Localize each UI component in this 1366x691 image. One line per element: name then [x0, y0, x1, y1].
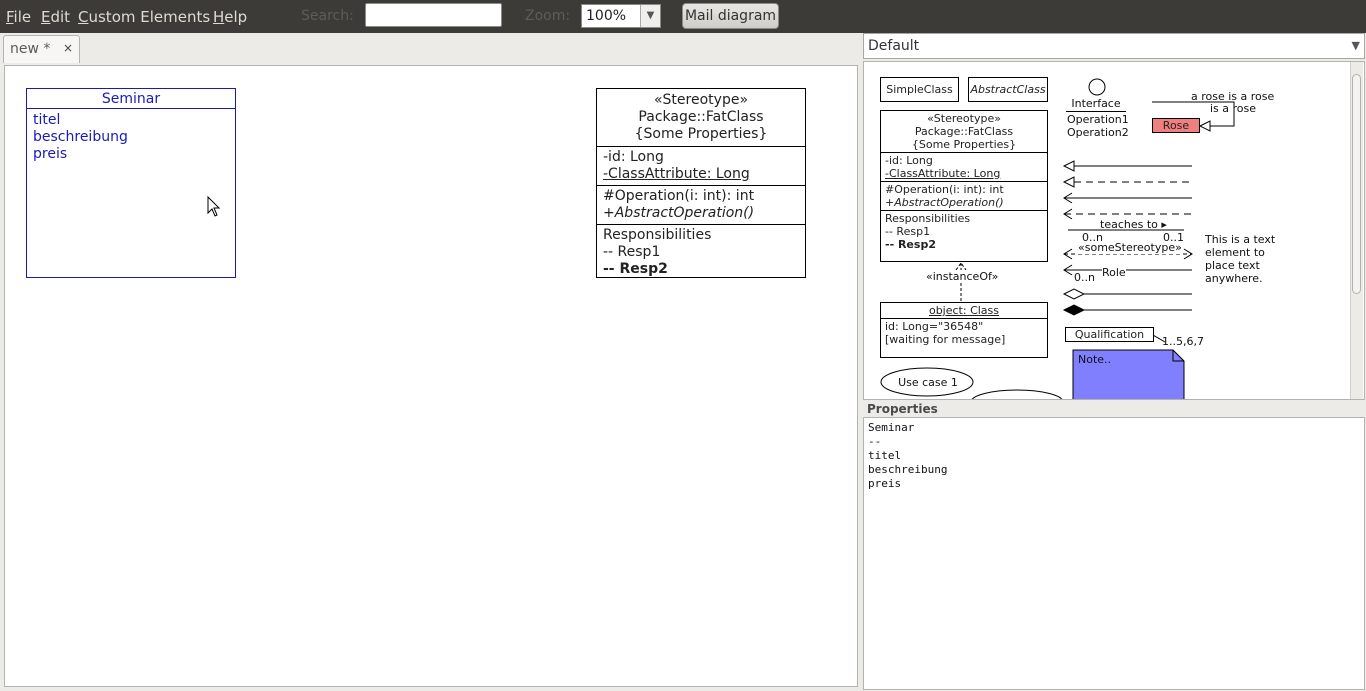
seminar-class[interactable]: Seminar titel beschreibung preis: [26, 88, 236, 278]
interface-divider: [1066, 111, 1126, 112]
palette-instance-of-label: «instanceOf»: [926, 270, 999, 283]
palette-operation2: Operation2: [1067, 126, 1129, 139]
menu-bar: File Edit Custom Elements Help Search: Z…: [0, 0, 1366, 33]
element-palette[interactable]: SimpleClass AbstractClass Interface Oper…: [863, 61, 1365, 400]
responsibility: -- Resp2: [885, 238, 936, 251]
menu-file[interactable]: File: [6, 8, 31, 26]
responsibility: -- Resp1: [603, 244, 661, 260]
stereotype: «Stereotype»: [927, 112, 1001, 125]
menu-help[interactable]: Help: [213, 8, 247, 26]
mouse-pointer-icon: [207, 196, 221, 217]
scrollbar-thumb[interactable]: [1352, 74, 1361, 294]
class-attribute: -ClassAttribute: Long: [603, 166, 750, 182]
object-attribute: id: Long="36548": [885, 320, 984, 333]
chevron-down-icon[interactable]: ▼: [1352, 39, 1360, 52]
palette-simple-class[interactable]: SimpleClass: [880, 77, 959, 102]
palette-select[interactable]: Default ▼: [863, 33, 1365, 59]
palette-interface[interactable]: Interface: [1070, 97, 1122, 110]
class-attribute: titel: [33, 112, 61, 128]
palette-object[interactable]: object: Class id: Long="36548" [waiting …: [880, 302, 1048, 358]
class-operation: #Operation(i: int): int: [885, 183, 1004, 196]
properties-line: beschreibung: [868, 463, 948, 476]
palette-qualification[interactable]: Qualification: [1065, 327, 1154, 342]
class-attribute: -id: Long: [885, 154, 933, 167]
class-name: Package::FatClass: [914, 125, 1014, 138]
palette-teaches-label: teaches to ▸: [1100, 218, 1167, 231]
palette-scrollbar[interactable]: [1350, 62, 1363, 399]
mail-diagram-button[interactable]: Mail diagram: [682, 3, 779, 29]
class-operation: +AbstractOperation(): [603, 205, 755, 221]
zoom-select[interactable]: 100% ▼: [581, 4, 661, 28]
palette-usecase-shape-2: [971, 389, 1063, 399]
properties-line: --: [868, 435, 882, 448]
properties-line: titel: [868, 449, 902, 462]
properties-label: Properties: [867, 402, 938, 416]
search-input[interactable]: [365, 3, 502, 27]
object-name: object: Class: [881, 303, 1047, 319]
zoom-value: 100%: [586, 8, 627, 24]
interface-circle-icon: [1088, 78, 1106, 96]
class-attribute: preis: [33, 146, 68, 162]
palette-abstract-class[interactable]: AbstractClass: [968, 77, 1048, 102]
responsibilities-title: Responsibilities: [885, 212, 971, 225]
palette-selected: Default: [868, 38, 920, 54]
palette-role-label: Role: [1102, 266, 1126, 279]
responsibility: -- Resp1: [885, 225, 931, 238]
palette-usecase[interactable]: Use case 1: [880, 376, 976, 389]
palette-mult-role: 0..n: [1074, 271, 1095, 284]
tab-new[interactable]: new * ×: [3, 35, 80, 63]
responsibility: -- Resp2: [603, 261, 668, 277]
palette-fatclass[interactable]: «Stereotype» Package::FatClass {Some Pro…: [880, 110, 1048, 262]
stereotype: «Stereotype»: [653, 92, 749, 108]
object-message: [waiting for message]: [885, 333, 1006, 346]
properties-line: preis: [868, 477, 902, 490]
class-name: Seminar: [27, 89, 235, 109]
class-properties: {Some Properties}: [911, 138, 1017, 151]
menu-edit[interactable]: Edit: [41, 8, 70, 26]
class-operation: #Operation(i: int): int: [603, 188, 755, 204]
tab-title: new *: [10, 41, 51, 57]
class-attribute: -ClassAttribute: Long: [885, 167, 1001, 180]
responsibilities-title: Responsibilities: [603, 227, 712, 243]
zoom-label: Zoom:: [525, 8, 571, 24]
palette-operation1: Operation1: [1067, 113, 1129, 126]
palette-text-element[interactable]: This is a text element to place text any…: [1205, 233, 1275, 285]
properties-line: Seminar: [868, 421, 915, 434]
class-operation: +AbstractOperation(): [885, 196, 1004, 209]
diagram-canvas[interactable]: Seminar titel beschreibung preis «Stereo…: [4, 65, 858, 687]
fatclass[interactable]: «Stereotype» Package::FatClass {Some Pro…: [596, 88, 806, 278]
palette-note[interactable]: Note..: [1078, 353, 1111, 366]
chevron-down-icon[interactable]: ▼: [640, 5, 660, 27]
class-properties: {Some Properties}: [634, 126, 768, 142]
palette-rose-class[interactable]: Rose: [1152, 118, 1200, 133]
palette-some-stereotype: «someStereotype»: [1078, 241, 1182, 254]
class-attribute: beschreibung: [33, 129, 128, 145]
class-name: Package::FatClass: [638, 109, 764, 125]
palette-qual-mult: 1..5,6,7: [1162, 335, 1204, 348]
close-icon[interactable]: ×: [63, 41, 73, 55]
properties-editor[interactable]: Seminar -- titel beschreibung preis: [863, 417, 1365, 690]
menu-custom-elements[interactable]: Custom Elements: [78, 8, 210, 26]
class-attribute: -id: Long: [603, 149, 664, 165]
search-label: Search:: [301, 8, 354, 24]
